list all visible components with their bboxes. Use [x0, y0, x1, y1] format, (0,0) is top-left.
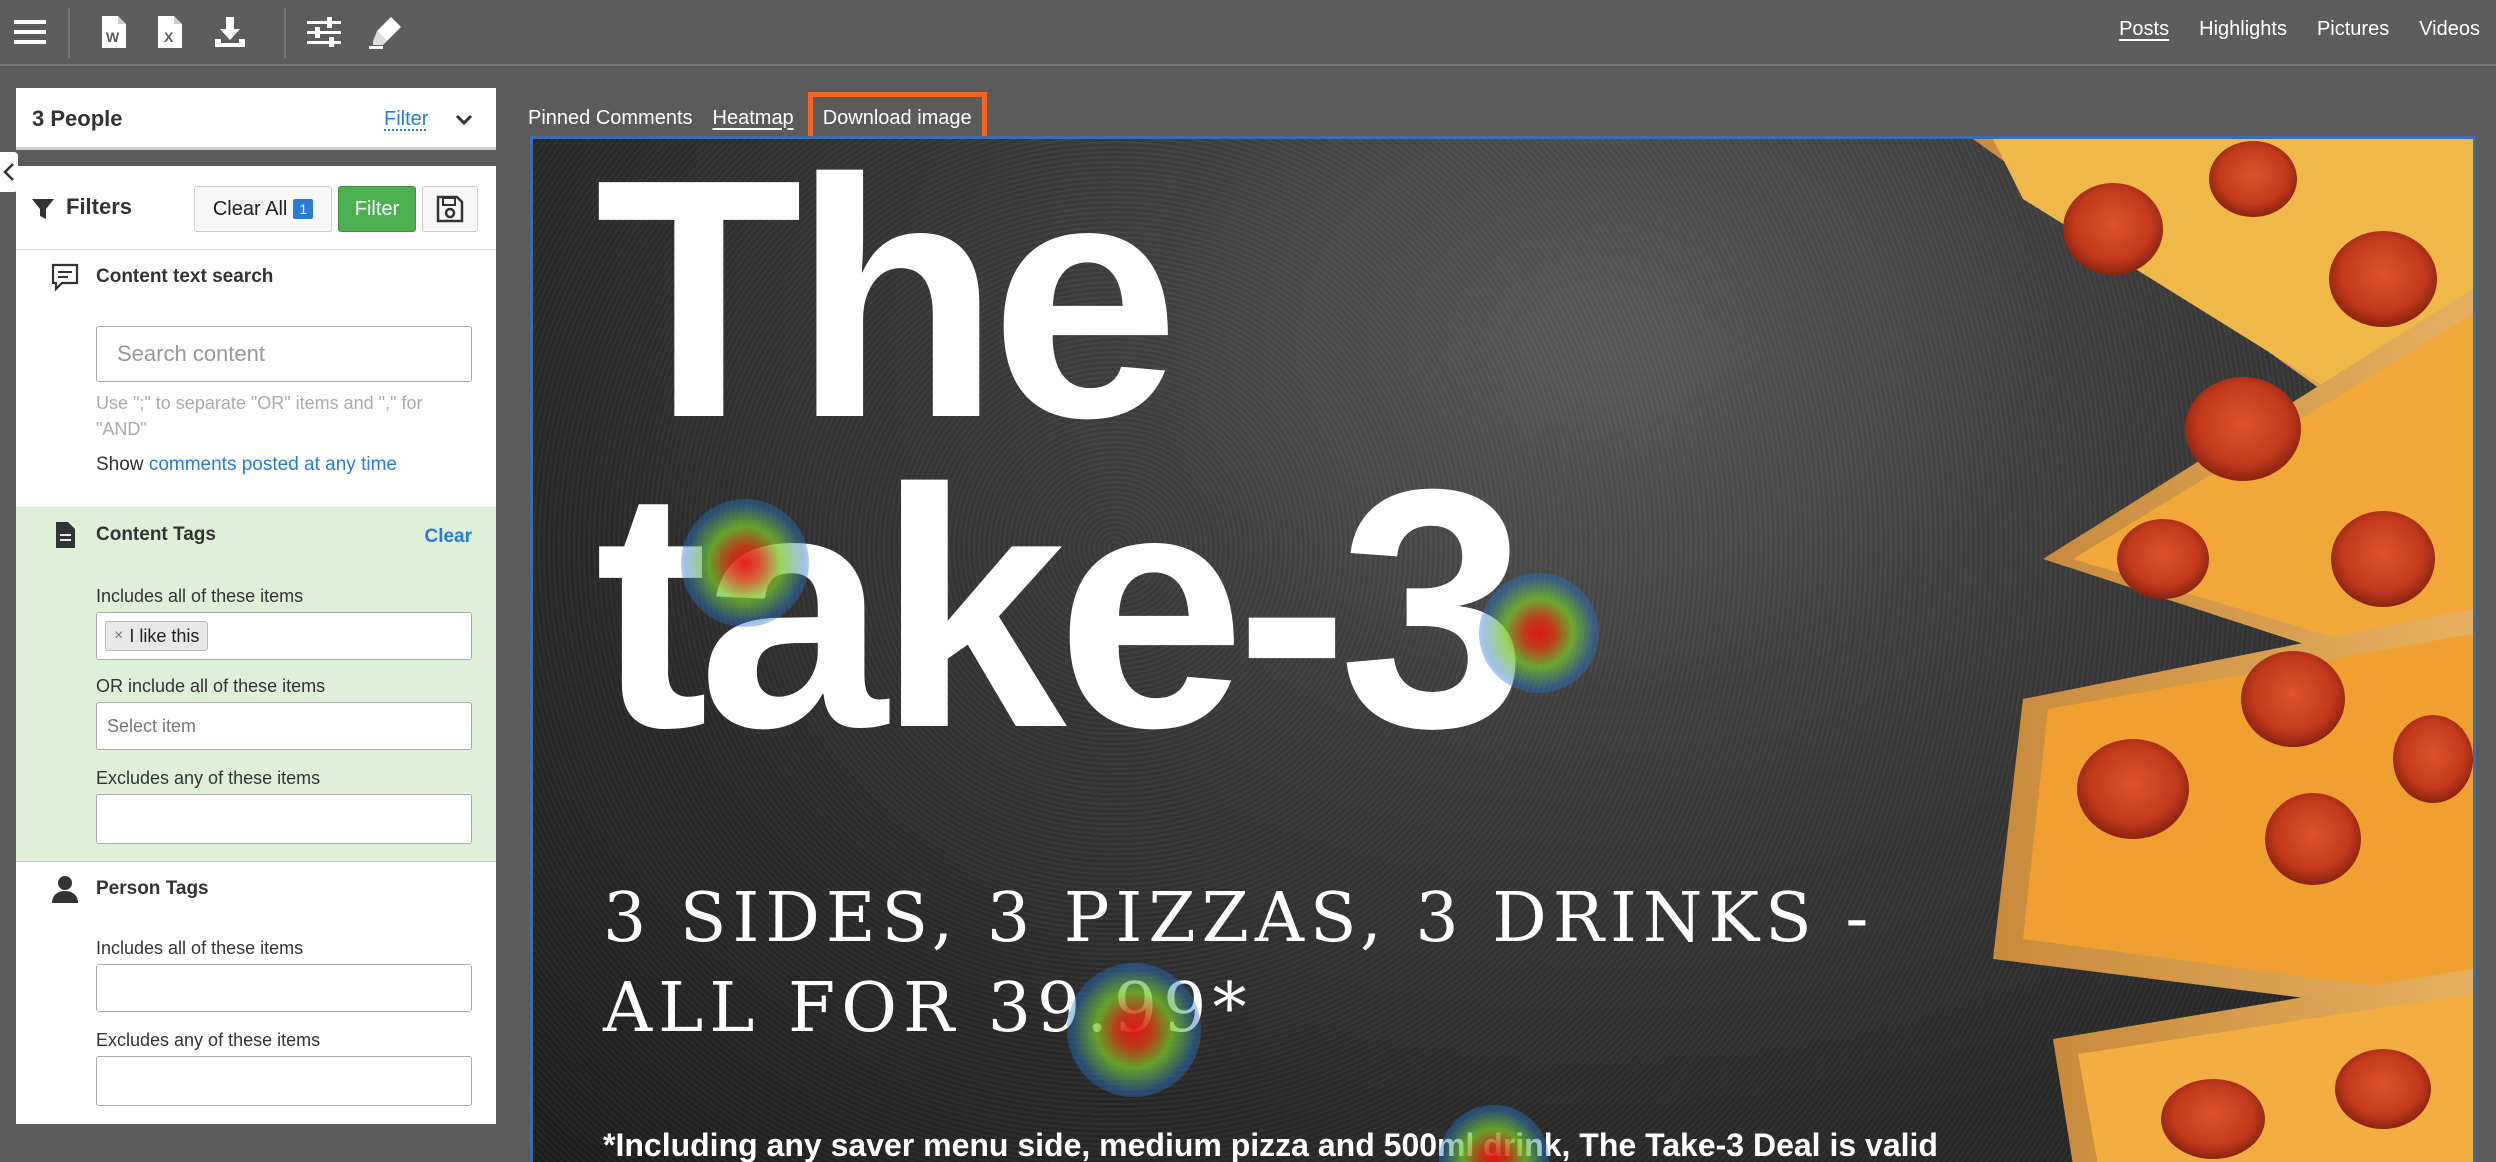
person-icon: [50, 874, 80, 904]
content-tags-title: Content Tags: [96, 524, 216, 545]
offer-line-1: 3 SIDES, 3 PIZZAS, 3 DRINKS -: [603, 879, 1875, 958]
content-or-select[interactable]: [96, 702, 472, 750]
content-includes-label: Includes all of these items: [96, 586, 304, 606]
funnel-icon: [30, 196, 56, 222]
heatmap-image[interactable]: The take-3 3 SIDES, 3 PIZZAS, 3 DRINKS -…: [530, 136, 2476, 1162]
content-tags-section: Content Tags Clear Includes all of these…: [16, 508, 496, 862]
show-comments-line: Show comments posted at any time: [96, 454, 397, 476]
filter-button[interactable]: Filter: [338, 186, 416, 232]
tab-heatmap-label: Heatmap: [712, 106, 794, 129]
filters-panel: Filters Clear All 1 Filter Content text …: [16, 166, 496, 1124]
word-export-icon[interactable]: W: [92, 10, 136, 54]
people-selector: 3 People Filter: [16, 88, 496, 150]
chevron-down-icon[interactable]: [450, 106, 478, 134]
person-excludes-field[interactable]: [96, 1056, 472, 1106]
tab-heatmap[interactable]: Heatmap: [703, 98, 804, 138]
clear-count-badge: 1: [293, 199, 314, 219]
menu-icon[interactable]: [8, 10, 52, 54]
person-excludes-label: Excludes any of these items: [96, 1030, 321, 1050]
search-hint: Use ";" to separate "OR" items and "," f…: [96, 393, 423, 439]
person-includes-label: Includes all of these items: [96, 938, 304, 958]
toolbar-divider: [284, 8, 286, 58]
download-icon[interactable]: [208, 10, 252, 54]
person-tags-section: Person Tags Includes all of these items …: [16, 862, 496, 1124]
nav-pictures[interactable]: Pictures: [2317, 18, 2389, 41]
content-search-title: Content text search: [96, 266, 274, 287]
nav-posts[interactable]: Posts: [2119, 18, 2169, 41]
top-navigation: Posts Highlights Pictures Videos: [2119, 18, 2480, 41]
people-count-title: 3 People: [32, 106, 123, 131]
comment-icon: [50, 262, 80, 292]
clear-all-button[interactable]: Clear All 1: [194, 186, 332, 232]
nav-highlights[interactable]: Highlights: [2199, 18, 2287, 41]
excel-export-icon[interactable]: X: [148, 10, 192, 54]
content-includes-field[interactable]: × I like this: [96, 612, 472, 660]
svg-text:W: W: [106, 29, 120, 45]
tag-chip: × I like this: [105, 621, 209, 651]
pizza-image: [1973, 139, 2473, 1162]
offer-line-2: ALL FOR 39.99*: [603, 969, 1253, 1048]
tab-pinned-comments-label: Pinned Comments: [528, 106, 693, 129]
people-filter-link[interactable]: Filter: [384, 108, 428, 131]
remove-tag-icon[interactable]: ×: [114, 627, 123, 645]
content-or-label: OR include all of these items: [96, 676, 326, 696]
filters-title: Filters: [66, 194, 133, 219]
show-prefix: Show: [96, 454, 144, 475]
top-toolbar: W X Posts Highlights Pictures Videos: [0, 0, 2496, 66]
save-icon: [436, 195, 464, 223]
content-search-section: Content text search Use ";" to separate …: [16, 250, 496, 508]
highlighter-icon[interactable]: [364, 10, 408, 54]
person-tags-title: Person Tags: [96, 878, 209, 899]
toolbar-divider: [68, 8, 70, 58]
svg-text:X: X: [164, 29, 174, 45]
tag-chip-label: I like this: [129, 625, 200, 646]
headline-take-3: take-3: [595, 419, 1528, 799]
fine-print: *Including any saver menu side, medium p…: [603, 1127, 1938, 1162]
content-excludes-label: Excludes any of these items: [96, 768, 321, 788]
filters-header: Filters Clear All 1 Filter: [16, 166, 496, 250]
comments-time-link[interactable]: comments posted at any time: [149, 454, 397, 475]
content-tags-clear-link[interactable]: Clear: [424, 526, 472, 548]
tab-pinned-comments[interactable]: Pinned Comments: [528, 98, 703, 138]
save-filter-button[interactable]: [422, 186, 478, 232]
content-excludes-field[interactable]: [96, 794, 472, 844]
clear-all-label: Clear All: [212, 197, 288, 220]
settings-sliders-icon[interactable]: [302, 10, 346, 54]
download-image-label: Download image: [822, 106, 972, 129]
nav-videos[interactable]: Videos: [2419, 18, 2480, 41]
search-content-input[interactable]: [96, 326, 472, 382]
document-icon: [50, 520, 80, 550]
person-includes-field[interactable]: [96, 964, 472, 1012]
